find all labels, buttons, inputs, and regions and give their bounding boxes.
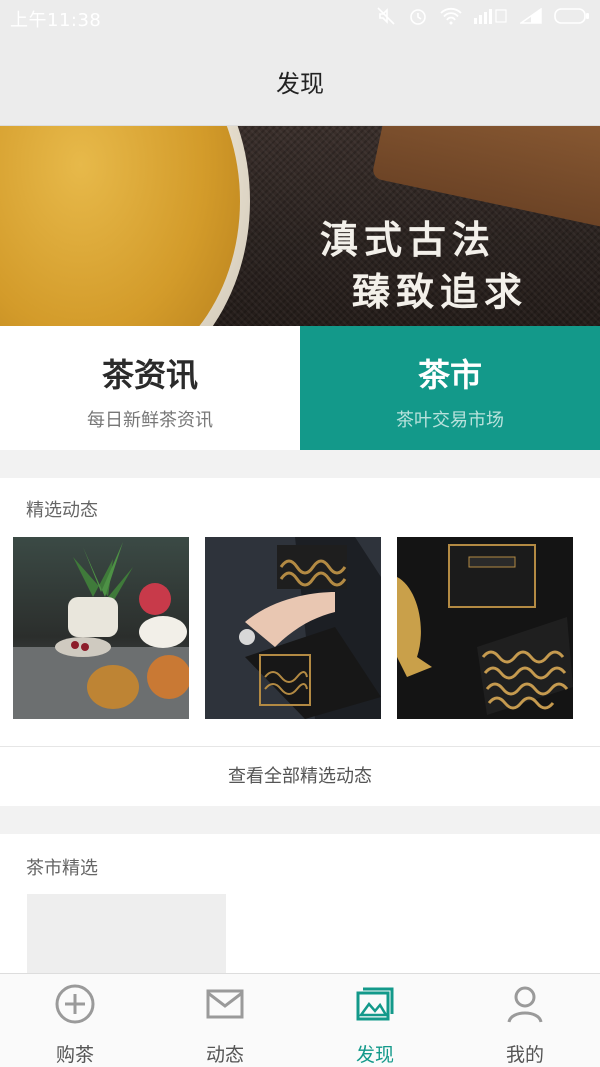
tea-set-photo: [13, 542, 189, 719]
market-item-image-placeholder[interactable]: [27, 894, 226, 974]
battery-icon: [554, 8, 589, 24]
tab-label: 发现: [355, 1044, 394, 1066]
signal-hd-icon: [474, 9, 507, 24]
bottom-tab-bar: 购茶 动态 发现 我的: [0, 973, 600, 1067]
top-header: 发现: [0, 34, 600, 126]
tea-package-hand-photo: [205, 537, 381, 719]
tea-news-subtitle: 每日新鲜茶资讯: [87, 410, 213, 431]
tea-market-subtitle: 茶叶交易市场: [396, 410, 504, 431]
market-picks-section: 茶市精选: [0, 834, 600, 974]
tab-buy-tea[interactable]: 购茶: [0, 974, 150, 1067]
featured-post-image[interactable]: [205, 537, 381, 719]
market-section-title: 茶市精选: [26, 858, 98, 879]
page-title: 发现: [276, 70, 324, 98]
status-bar: 上午11:38: [0, 0, 600, 34]
mute-icon: [377, 7, 395, 25]
signal-icon: [520, 8, 542, 24]
featured-post-image[interactable]: [397, 537, 573, 719]
view-all-featured-link[interactable]: 查看全部精选动态: [0, 746, 600, 806]
featured-section-title: 精选动态: [26, 500, 98, 521]
envelope-icon: [206, 989, 244, 1019]
tab-label: 动态: [205, 1044, 244, 1066]
status-icons: [376, 6, 590, 26]
tea-news-tile[interactable]: 茶资讯 每日新鲜茶资讯: [0, 326, 300, 450]
tea-market-tile[interactable]: 茶市 茶叶交易市场: [300, 326, 600, 450]
tab-activity[interactable]: 动态: [150, 974, 300, 1067]
status-time: 上午11:38: [10, 10, 102, 31]
tab-profile[interactable]: 我的: [450, 974, 600, 1067]
banner-slogan: 滇式古法 臻致追求: [320, 214, 528, 318]
tab-label: 我的: [505, 1044, 544, 1066]
tea-news-title: 茶资讯: [101, 356, 198, 394]
tab-label: 购茶: [55, 1044, 94, 1066]
tab-discover[interactable]: 发现: [300, 974, 450, 1067]
tea-liquid-image: [0, 126, 240, 326]
plus-circle-icon: [55, 984, 95, 1024]
category-tiles: 茶资讯 每日新鲜茶资讯 茶市 茶叶交易市场: [0, 326, 600, 450]
banner-line-2: 臻致追求: [352, 269, 529, 314]
featured-posts-section: 精选动态 查看全部精选动态: [0, 478, 600, 806]
gallery-icon: [356, 987, 394, 1021]
promo-banner[interactable]: 滇式古法 臻致追求: [0, 126, 600, 326]
featured-thumbnails: [13, 537, 573, 719]
gift-box-photo: [397, 537, 573, 719]
alarm-icon: [410, 9, 426, 25]
tea-market-title: 茶市: [417, 356, 482, 394]
featured-post-image[interactable]: [13, 537, 189, 719]
user-icon: [507, 986, 543, 1023]
banner-line-1: 滇式古法: [320, 217, 497, 262]
wifi-icon: [440, 7, 462, 25]
